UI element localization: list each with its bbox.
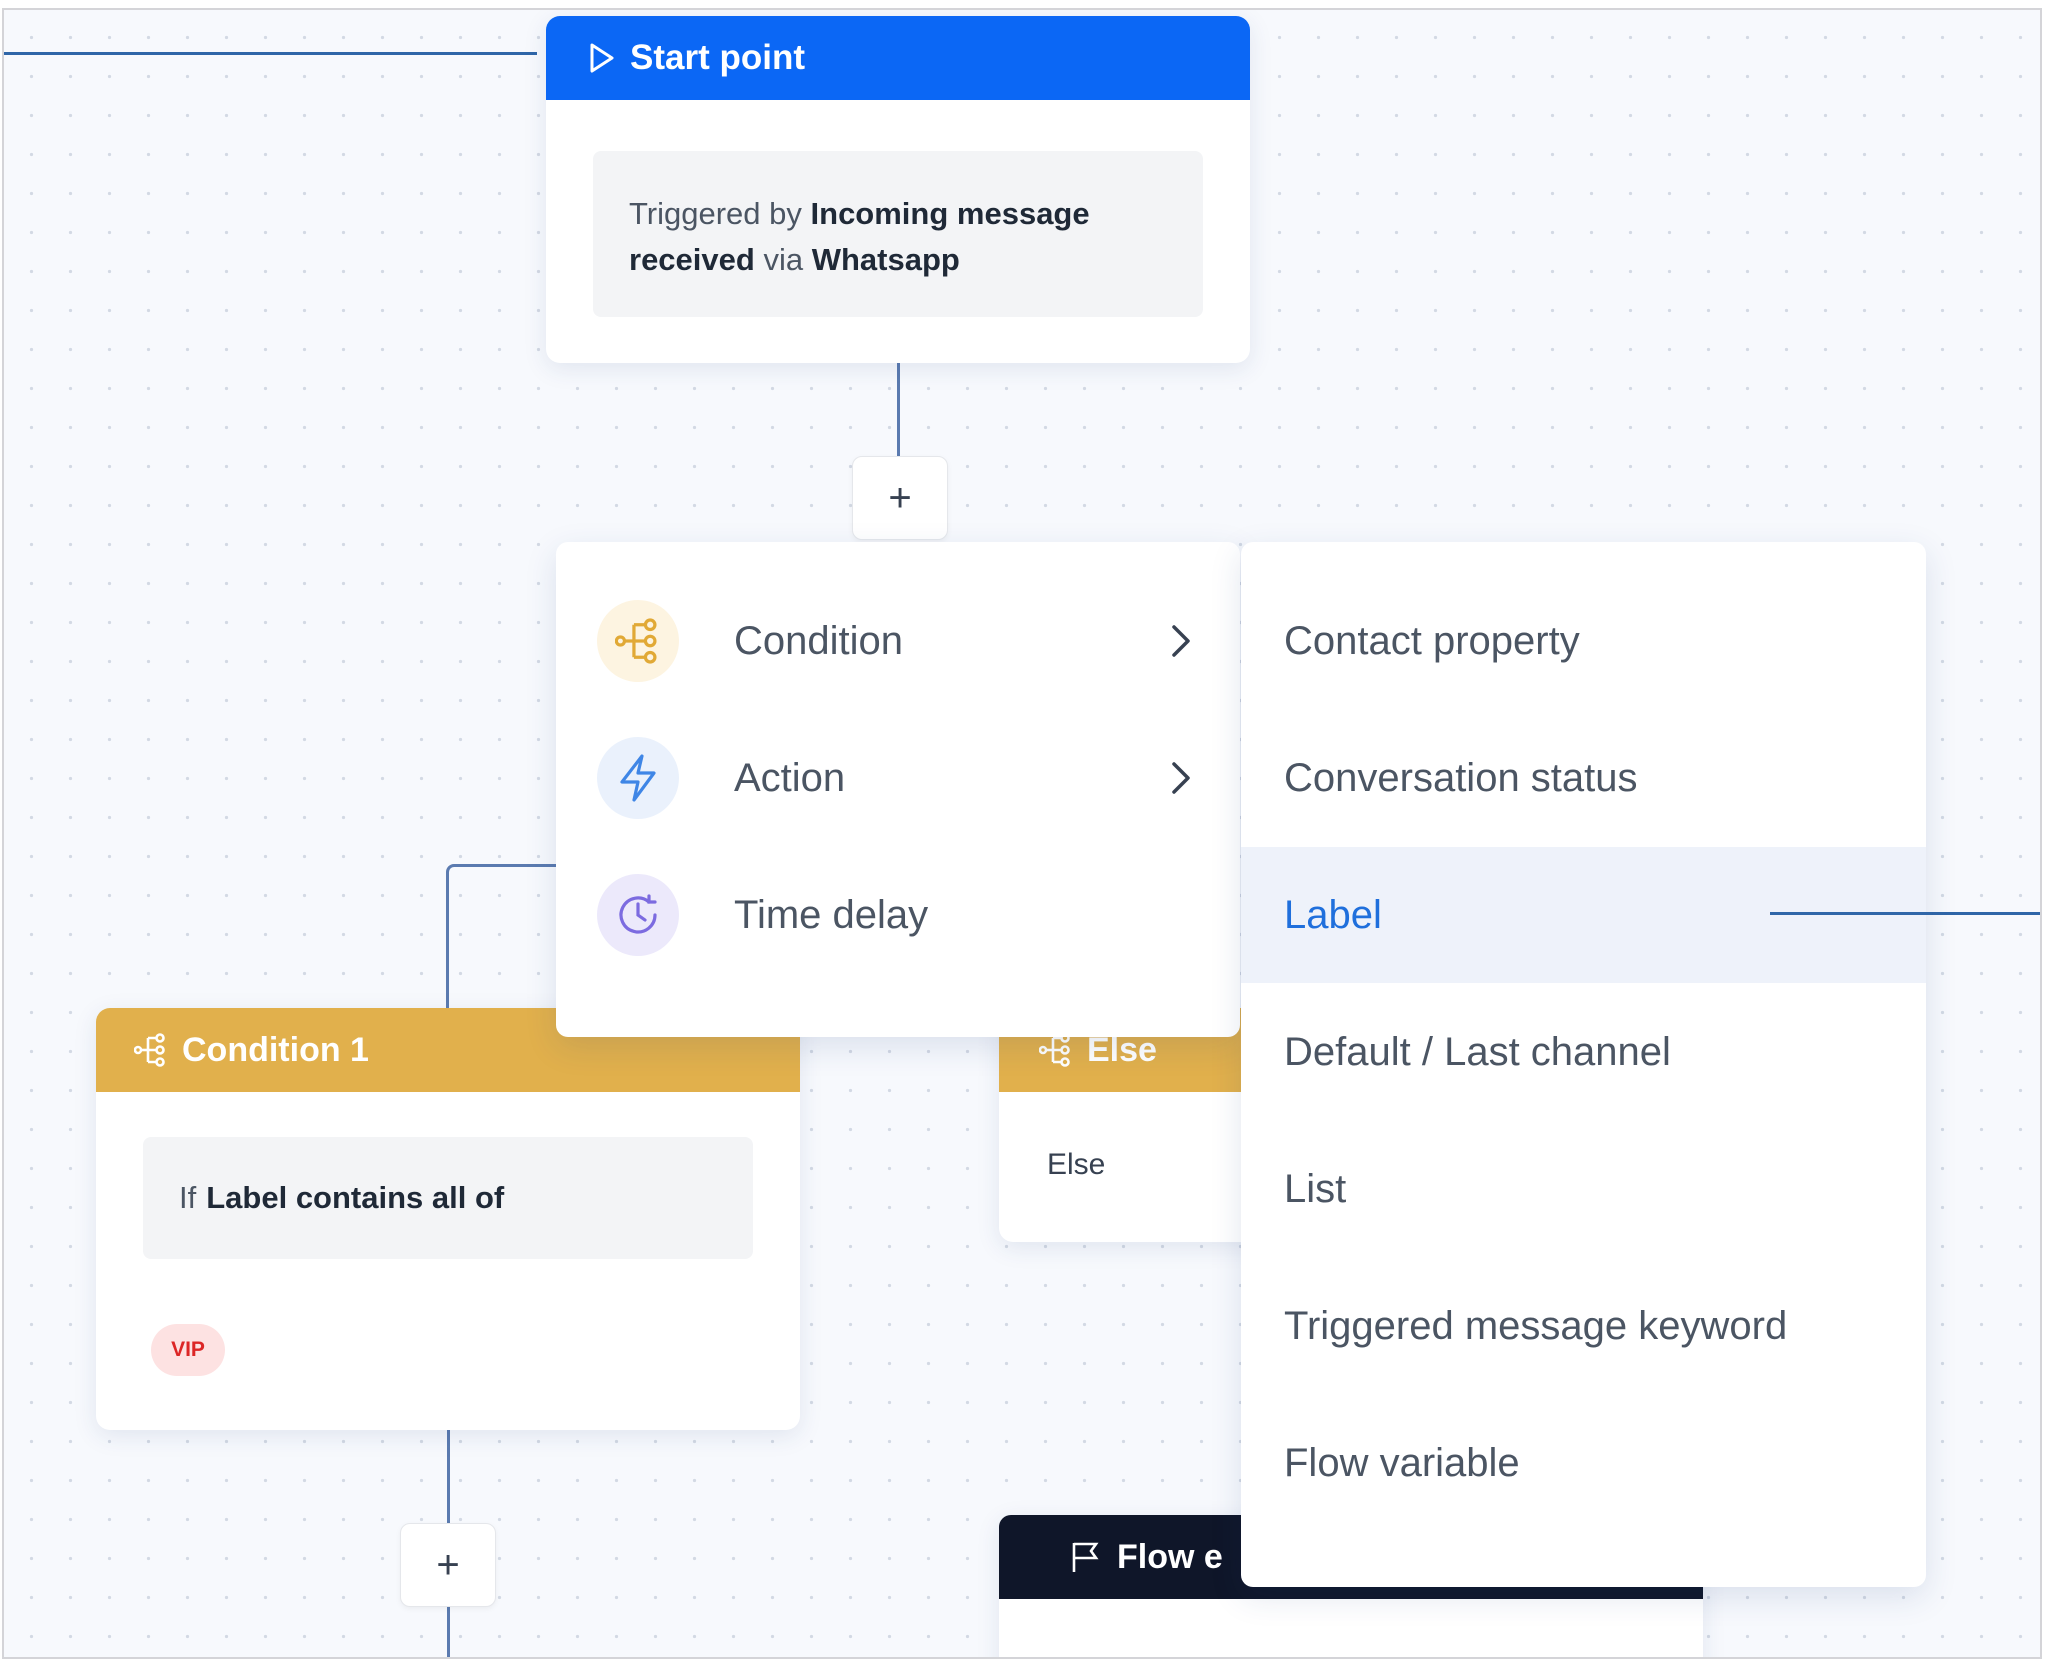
condition-branch-icon — [134, 1033, 165, 1067]
submenu-item-default-last-channel[interactable]: Default / Last channel — [1241, 984, 1926, 1120]
start-point-title: Start point — [630, 38, 805, 77]
else-card-body: Else — [1047, 1148, 1106, 1181]
action-icon-wrap — [597, 737, 679, 819]
menu-item-time-delay[interactable]: Time delay — [556, 874, 1240, 956]
chevron-right-icon — [1172, 625, 1190, 657]
submenu-item-list[interactable]: List — [1241, 1121, 1926, 1257]
add-step-button-condition[interactable]: + — [400, 1523, 496, 1607]
menu-item-label: Time delay — [734, 892, 929, 937]
flag-icon — [1072, 1542, 1099, 1572]
submenu-item-conversation-status[interactable]: Conversation status — [1241, 710, 1926, 846]
condition-icon-wrap — [597, 600, 679, 682]
menu-item-label: Condition — [734, 618, 904, 663]
menu-item-action[interactable]: Action — [556, 737, 1240, 819]
condition-card[interactable]: Condition 1 If Label contains all of VIP — [96, 1008, 800, 1430]
submenu-item-flow-variable[interactable]: Flow variable — [1241, 1395, 1926, 1531]
trigger-prefix: Triggered by — [629, 196, 802, 231]
start-to-plus-line — [897, 360, 900, 468]
condition-branch-icon — [1039, 1033, 1070, 1067]
submenu-item-contact-property[interactable]: Contact property — [1241, 573, 1926, 709]
submenu-item-triggered-message-keyword[interactable]: Triggered message keyword — [1241, 1258, 1926, 1394]
branch-connector-line — [446, 864, 566, 1014]
clock-icon — [619, 894, 657, 934]
condition-if: If — [179, 1180, 197, 1215]
start-connector-line — [4, 52, 537, 55]
add-step-button[interactable]: + — [852, 456, 948, 540]
start-point-card[interactable]: Start point Triggered by Incoming messag… — [546, 16, 1250, 363]
label-connector-line-inner — [1770, 912, 1930, 915]
condition-rule-text: Label contains all of — [206, 1180, 505, 1215]
lightning-icon — [620, 754, 656, 802]
play-icon — [590, 43, 614, 73]
step-type-menu: Condition Action Time delay — [556, 542, 1240, 1037]
trigger-channel: Whatsapp — [811, 242, 960, 277]
time-delay-icon-wrap — [597, 874, 679, 956]
trigger-summary: Triggered by Incoming message received v… — [593, 151, 1203, 317]
condition-branch-icon — [615, 618, 657, 664]
condition-card-title: Condition 1 — [182, 1030, 369, 1069]
flow-end-title: Flow e — [1117, 1537, 1223, 1576]
flow-canvas[interactable]: Start point Triggered by Incoming messag… — [2, 8, 2042, 1659]
menu-item-label: Action — [734, 755, 846, 800]
submenu-item-label[interactable]: Label — [1241, 847, 1926, 983]
vip-tag: VIP — [151, 1324, 225, 1376]
chevron-right-icon — [1172, 762, 1190, 794]
menu-item-condition[interactable]: Condition — [556, 600, 1240, 682]
trigger-via: via — [763, 242, 804, 277]
start-point-header: Start point — [546, 16, 1250, 100]
condition-submenu: Contact property Conversation status Lab… — [1241, 542, 1926, 1587]
condition-rule: If Label contains all of — [143, 1137, 753, 1259]
